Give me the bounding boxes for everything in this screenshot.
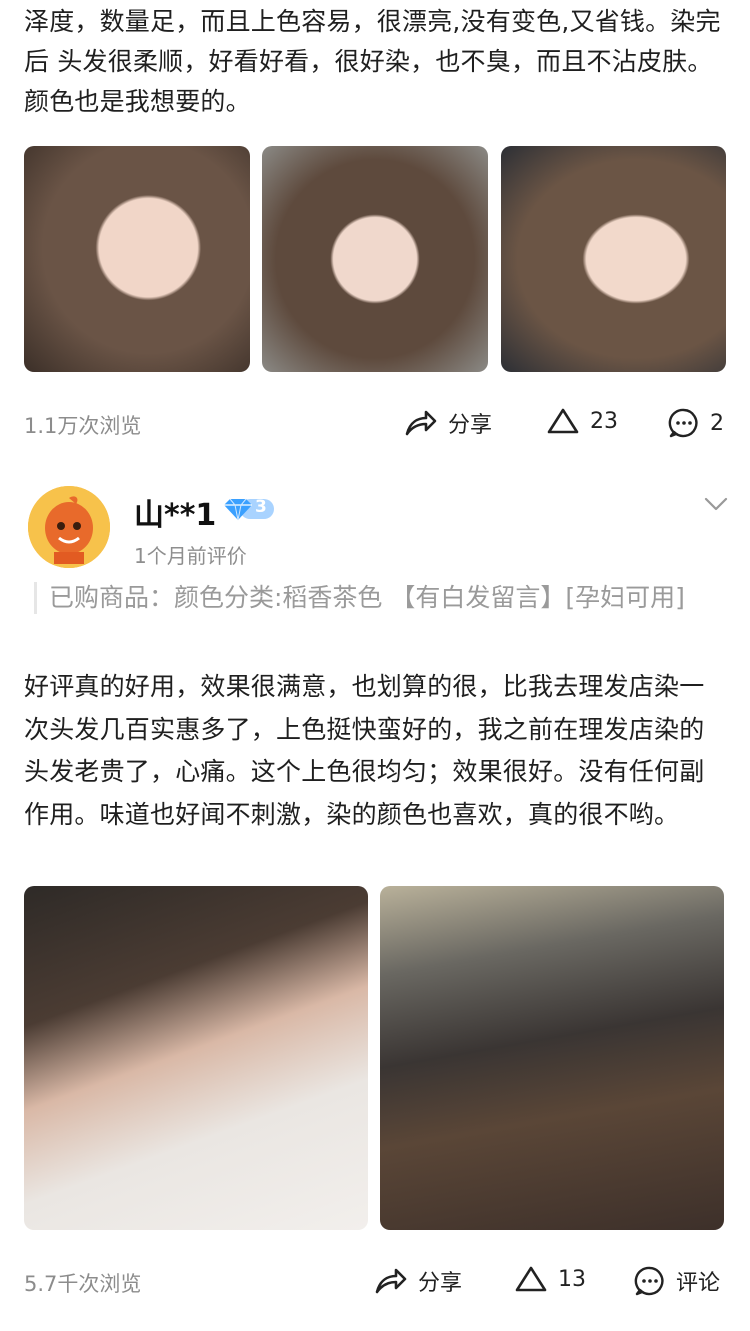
review-text-1: 泽度，数量足，而且上色容易，很漂亮,没有变色,又省钱。染完后 头发很柔顺，好看好… <box>24 7 721 116</box>
review-photo[interactable] <box>262 146 488 372</box>
purchased-item: 已购商品：颜色分类:稻香茶色 【有白发留言】[孕妇可用] <box>34 582 739 614</box>
review-text-2: 好评真的好用，效果很满意，也划算的很，比我去理发店染一次头发几百实惠多了，上色挺… <box>24 672 705 829</box>
avatar-icon <box>28 486 110 568</box>
review-photo[interactable] <box>501 146 726 372</box>
like-count: 23 <box>590 408 618 434</box>
comment-label: 评论 <box>676 1271 721 1296</box>
comment-count: 2 <box>710 410 724 436</box>
review-photo[interactable] <box>24 146 250 372</box>
review-photo[interactable] <box>380 886 724 1230</box>
share-button[interactable]: 分享 <box>404 407 492 439</box>
like-count: 13 <box>558 1266 586 1292</box>
like-icon <box>547 408 579 434</box>
chevron-down-icon <box>704 497 728 511</box>
share-icon <box>405 410 437 436</box>
comment-button[interactable]: 2 <box>668 407 724 439</box>
share-label: 分享 <box>448 413 493 438</box>
like-button[interactable]: 13 <box>514 1265 586 1293</box>
view-count: 5.7千次浏览 <box>24 1272 142 1296</box>
level-badge-icon <box>224 498 274 521</box>
like-icon <box>515 1266 547 1292</box>
view-count: 1.1万次浏览 <box>24 414 142 438</box>
level-badge: 3 <box>222 496 276 522</box>
share-button[interactable]: 分享 <box>374 1265 462 1297</box>
share-label: 分享 <box>418 1271 463 1296</box>
username[interactable]: 山**1 <box>134 490 216 534</box>
level-number: 3 <box>255 497 267 517</box>
more-menu[interactable] <box>704 496 728 516</box>
comment-button[interactable]: 评论 <box>634 1265 720 1297</box>
avatar[interactable] <box>28 486 110 568</box>
comment-icon <box>668 408 698 438</box>
review-photo[interactable] <box>24 886 368 1230</box>
review-time: 1个月前评价 <box>134 544 247 568</box>
comment-icon <box>634 1266 664 1296</box>
share-icon <box>375 1268 407 1294</box>
like-button[interactable]: 23 <box>546 407 618 435</box>
